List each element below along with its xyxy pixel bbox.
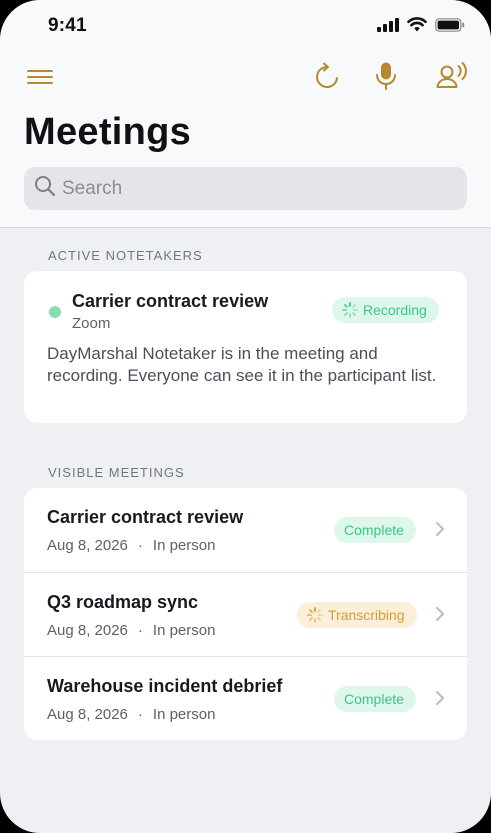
meeting-location: In person	[152, 622, 216, 639]
search-input[interactable]	[62, 177, 442, 200]
hamburger-menu-icon	[27, 69, 53, 90]
voice-profile-icon	[436, 61, 468, 95]
chevron-right-icon	[435, 606, 445, 627]
header-area: 9:41 Meetings Search	[0, 0, 491, 228]
status-label: Complete	[344, 691, 404, 707]
status-badge: Complete	[334, 686, 416, 712]
meeting-row[interactable]: Warehouse incident debrief Aug 8, 2026 ·…	[24, 656, 467, 740]
active-meeting-title: Carrier contract review	[72, 291, 269, 311]
meeting-title: Q3 roadmap sync	[47, 592, 199, 612]
meta-separator: ·	[137, 622, 143, 639]
visible-meetings-list: Carrier contract review Aug 8, 2026 · In…	[24, 488, 467, 740]
chevron-right-icon	[435, 690, 445, 711]
meeting-title: Carrier contract review	[47, 507, 244, 527]
search-bar[interactable]	[24, 167, 467, 210]
status-icons	[377, 17, 465, 37]
cellular-signal-icon	[377, 17, 399, 37]
meta-separator: ·	[137, 706, 143, 723]
status-label: Transcribing	[328, 607, 405, 623]
refresh-button[interactable]	[313, 62, 341, 97]
microphone-icon	[375, 61, 397, 96]
meeting-row[interactable]: Carrier contract review Aug 8, 2026 · In…	[24, 488, 467, 572]
status-label: Complete	[344, 522, 404, 538]
status-badge: Transcribing	[297, 602, 417, 628]
refresh-icon	[314, 62, 340, 97]
search-icon	[34, 175, 56, 202]
active-notetaker-card[interactable]: Carrier contract review Zoom Recording D…	[24, 271, 467, 423]
meeting-meta: Aug 8, 2026 · In person	[47, 622, 215, 639]
spinner-icon	[342, 302, 358, 318]
page-title: Meetings	[24, 111, 192, 153]
meeting-location: In person	[152, 706, 216, 723]
meeting-meta: Aug 8, 2026 · In person	[47, 706, 215, 723]
wifi-icon	[407, 17, 427, 37]
status-badge: Complete	[334, 517, 416, 543]
spinner-icon	[307, 607, 323, 623]
meta-separator: ·	[137, 537, 143, 554]
menu-button[interactable]	[26, 68, 54, 90]
meeting-location: In person	[152, 537, 216, 554]
meeting-meta: Aug 8, 2026 · In person	[47, 537, 215, 554]
meeting-row[interactable]: Q3 roadmap sync Aug 8, 2026 · In person	[24, 572, 467, 656]
meeting-date: Aug 8, 2026	[47, 622, 128, 639]
status-time: 9:41	[48, 15, 87, 36]
recording-status-badge: Recording	[332, 297, 439, 323]
active-meeting-description: DayMarshal Notetaker is in the meeting a…	[47, 344, 437, 385]
chevron-right-icon	[435, 521, 445, 542]
phone-screen: 9:41 Meetings Search ACTIVE NOTETAKERS C…	[0, 0, 491, 833]
active-notetakers-label: ACTIVE NOTETAKERS	[48, 248, 203, 263]
battery-icon	[435, 17, 465, 37]
meeting-date: Aug 8, 2026	[47, 706, 128, 723]
voice-profile-button[interactable]	[436, 61, 468, 95]
live-indicator-dot	[49, 306, 61, 318]
active-meeting-platform: Zoom	[72, 315, 111, 332]
meeting-title: Warehouse incident debrief	[47, 676, 283, 696]
meeting-date: Aug 8, 2026	[47, 537, 128, 554]
visible-meetings-label: VISIBLE MEETINGS	[48, 465, 185, 480]
recording-status-label: Recording	[363, 302, 427, 318]
microphone-button[interactable]	[374, 62, 398, 94]
